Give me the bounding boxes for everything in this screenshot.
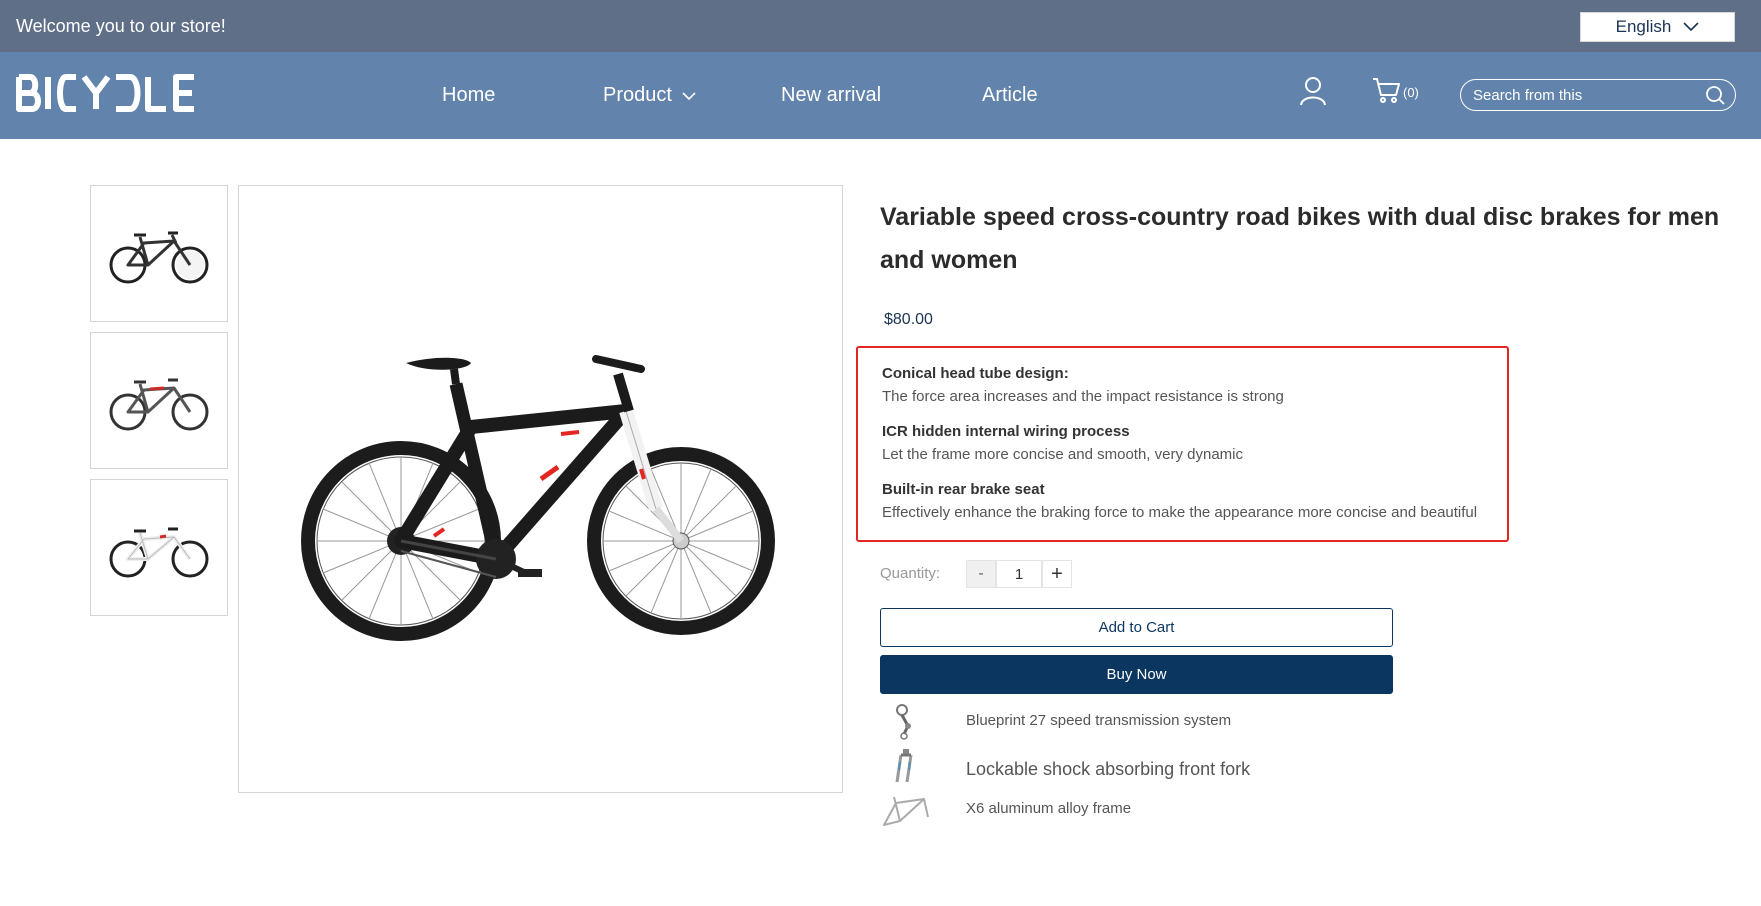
nav-product-label: Product <box>603 84 672 106</box>
product-price: $80.00 <box>884 311 933 328</box>
nav-home[interactable]: Home <box>442 84 495 107</box>
bicycle-thumbnail-image <box>109 378 209 430</box>
feature-description: Let the frame more concise and smooth, v… <box>882 446 1243 463</box>
spec-text: Lockable shock absorbing front fork <box>966 759 1251 779</box>
feature-item: Conical head tube design: The force area… <box>882 365 1284 405</box>
feature-description: Effectively enhance the braking force to… <box>882 504 1478 521</box>
shopping-cart-icon <box>1373 78 1400 103</box>
chevron-down-icon <box>1683 22 1699 32</box>
bicycle-main-image <box>300 355 775 641</box>
quantity-label: Quantity: <box>880 565 941 582</box>
bicycle-thumbnail-image <box>109 527 209 577</box>
add-to-cart-button[interactable]: Add to Cart <box>880 608 1393 647</box>
cart-button[interactable]: (0) <box>1372 76 1419 104</box>
spec-text: Blueprint 27 speed transmission system <box>966 712 1232 729</box>
quantity-increase-button[interactable]: + <box>1042 560 1072 588</box>
quantity-decrease-button[interactable]: - <box>966 560 996 588</box>
search-input[interactable] <box>1473 86 1705 104</box>
search-box <box>1460 79 1736 111</box>
spec-text: X6 aluminum alloy frame <box>966 800 1132 817</box>
product-title: Variable speed cross-country road bikes … <box>880 203 1720 274</box>
product-thumbnail-3[interactable] <box>90 479 228 616</box>
user-account-icon[interactable] <box>1299 76 1327 106</box>
feature-item: ICR hidden internal wiring process Let t… <box>882 423 1243 463</box>
main-navbar: Home Product New arrival Article (0) <box>0 52 1761 139</box>
front-fork-icon <box>895 749 913 783</box>
bicycle-logo[interactable] <box>16 74 200 112</box>
buy-now-button[interactable]: Buy Now <box>880 655 1393 694</box>
welcome-text: Welcome you to our store! <box>16 16 226 36</box>
language-selector[interactable]: English <box>1580 12 1735 42</box>
chevron-down-icon <box>682 92 696 101</box>
derailleur-icon <box>896 704 911 740</box>
feature-highlight-box: Conical head tube design: The force area… <box>856 346 1509 542</box>
bicycle-thumbnail-image <box>109 231 209 283</box>
nav-article[interactable]: Article <box>982 84 1038 107</box>
language-label: English <box>1615 17 1672 36</box>
feature-item: Built-in rear brake seat Effectively enh… <box>882 481 1477 521</box>
feature-title: ICR hidden internal wiring process <box>882 423 1130 440</box>
search-icon[interactable] <box>1705 85 1725 105</box>
quantity-input[interactable] <box>996 560 1042 588</box>
bike-frame-icon <box>883 796 929 826</box>
product-thumbnail-2[interactable] <box>90 332 228 469</box>
feature-title: Built-in rear brake seat <box>882 481 1045 498</box>
nav-new-arrival[interactable]: New arrival <box>781 84 881 107</box>
top-bar: Welcome you to our store! English <box>0 0 1761 52</box>
product-thumbnail-1[interactable] <box>90 185 228 322</box>
feature-description: The force area increases and the impact … <box>882 388 1284 405</box>
feature-title: Conical head tube design: <box>882 365 1069 382</box>
cart-count: (0) <box>1403 85 1419 100</box>
nav-product[interactable]: Product <box>603 84 696 107</box>
product-main-image <box>238 185 843 793</box>
